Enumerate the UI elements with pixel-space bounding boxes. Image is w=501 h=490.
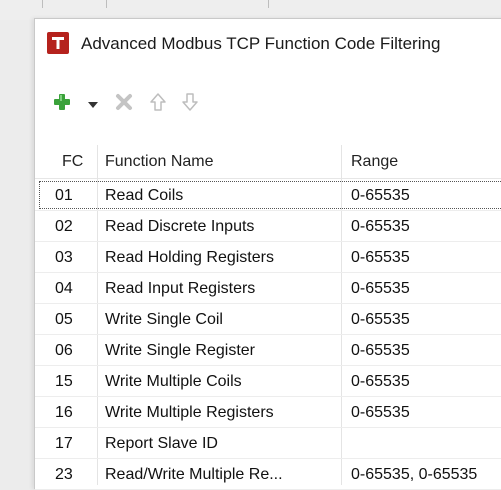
- dialog-window: Advanced Modbus TCP Function Code Filter…: [34, 18, 501, 490]
- table-row[interactable]: 23 Read/Write Multiple Re... 0-65535, 0-…: [35, 459, 501, 490]
- title-bar: Advanced Modbus TCP Function Code Filter…: [35, 19, 501, 67]
- cell-range: 0-65535: [351, 310, 410, 328]
- arrow-down-icon: [181, 92, 199, 117]
- cell-range: 0-65535: [351, 248, 410, 266]
- app-logo-icon: [47, 32, 69, 54]
- cell-function-name: Write Single Coil: [105, 310, 223, 328]
- cell-range: 0-65535: [351, 341, 410, 359]
- cell-fc: 15: [55, 372, 73, 390]
- cell-function-name: Read Discrete Inputs: [105, 217, 255, 235]
- background-window-strip: [0, 0, 501, 20]
- table-row[interactable]: 17 Report Slave ID: [35, 428, 501, 459]
- cell-fc: 16: [55, 403, 73, 421]
- cell-fc: 03: [55, 248, 73, 266]
- table-row[interactable]: 02 Read Discrete Inputs 0-65535: [35, 211, 501, 242]
- table-row[interactable]: 03 Read Holding Registers 0-65535: [35, 242, 501, 273]
- table-row[interactable]: 15 Write Multiple Coils 0-65535: [35, 366, 501, 397]
- cell-fc: 01: [55, 186, 73, 204]
- cell-function-name: Write Single Register: [105, 341, 255, 359]
- caret-down-icon: [88, 95, 98, 113]
- column-header-range[interactable]: Range: [351, 145, 398, 179]
- cell-range: 0-65535, 0-65535: [351, 465, 478, 483]
- table-row[interactable]: 16 Write Multiple Registers 0-65535: [35, 397, 501, 428]
- cell-range: 0-65535: [351, 403, 410, 421]
- move-down-button[interactable]: [179, 92, 201, 117]
- cell-fc: 05: [55, 310, 73, 328]
- window-title: Advanced Modbus TCP Function Code Filter…: [81, 34, 441, 53]
- cell-function-name: Read Holding Registers: [105, 248, 274, 266]
- cell-range: 0-65535: [351, 217, 410, 235]
- table-row[interactable]: 05 Write Single Coil 0-65535: [35, 304, 501, 335]
- delete-x-icon: [115, 93, 133, 116]
- cell-function-name: Write Multiple Registers: [105, 403, 274, 421]
- cell-function-name: Read Input Registers: [105, 279, 256, 297]
- header-divider: [35, 178, 501, 179]
- cell-fc: 17: [55, 434, 73, 452]
- table-row[interactable]: 06 Write Single Register 0-65535: [35, 335, 501, 366]
- arrow-up-icon: [149, 92, 167, 117]
- cell-range: [351, 428, 501, 459]
- table-row[interactable]: 01 Read Coils 0-65535: [35, 180, 501, 211]
- add-dropdown-button[interactable]: [87, 97, 99, 111]
- table-row[interactable]: 04 Read Input Registers 0-65535: [35, 273, 501, 304]
- move-up-button[interactable]: [147, 92, 169, 117]
- plus-icon: [52, 92, 72, 117]
- cell-range: 0-65535: [351, 186, 410, 204]
- toolbar: [35, 91, 501, 119]
- cell-function-name: Write Multiple Coils: [105, 372, 242, 390]
- cell-range: 0-65535: [351, 372, 410, 390]
- delete-button[interactable]: [113, 93, 135, 115]
- cell-function-name: Read/Write Multiple Re...: [105, 465, 283, 483]
- cell-fc: 04: [55, 279, 73, 297]
- column-header-function-name[interactable]: Function Name: [105, 145, 214, 179]
- cell-function-name: Report Slave ID: [105, 434, 218, 452]
- cell-function-name: Read Coils: [105, 186, 184, 204]
- cell-fc: 23: [55, 465, 73, 483]
- add-button[interactable]: [51, 93, 73, 115]
- column-header-fc[interactable]: FC: [62, 145, 83, 179]
- cell-fc: 06: [55, 341, 73, 359]
- cell-fc: 02: [55, 217, 73, 235]
- cell-range: 0-65535: [351, 279, 410, 297]
